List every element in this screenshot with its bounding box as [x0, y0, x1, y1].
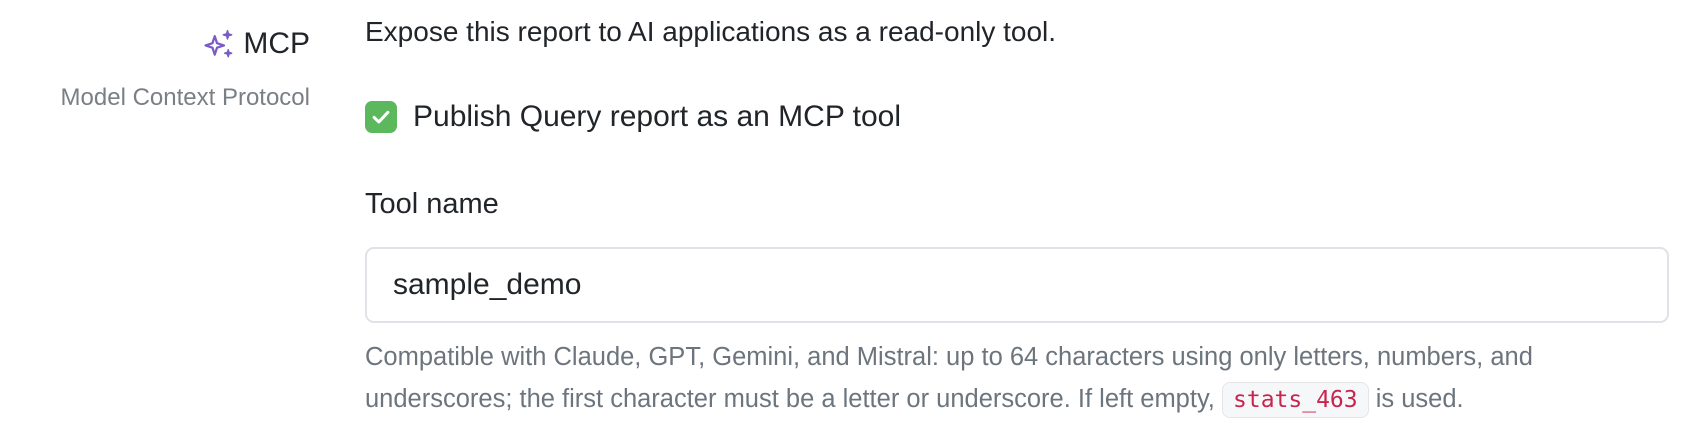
tool-name-label: Tool name — [365, 188, 499, 220]
publish-mcp-checkbox-row[interactable]: Publish Query report as an MCP tool — [365, 97, 901, 137]
tool-name-input[interactable] — [365, 247, 1669, 323]
tool-name-help-text: Compatible with Claude, GPT, Gemini, and… — [365, 336, 1685, 420]
publish-mcp-checkbox-label: Publish Query report as an MCP tool — [413, 100, 902, 133]
sparkles-icon — [201, 26, 237, 62]
default-tool-name-code: stats_463 — [1222, 382, 1369, 419]
mcp-description: Expose this report to AI applications as… — [365, 16, 1057, 47]
section-title-row: MCP — [201, 24, 310, 64]
section-subtitle: Model Context Protocol — [60, 84, 310, 111]
section-title: MCP — [243, 27, 310, 60]
help-text-after: is used. — [1375, 385, 1464, 413]
checkmark-icon — [372, 110, 390, 124]
publish-mcp-checkbox[interactable] — [365, 101, 397, 133]
